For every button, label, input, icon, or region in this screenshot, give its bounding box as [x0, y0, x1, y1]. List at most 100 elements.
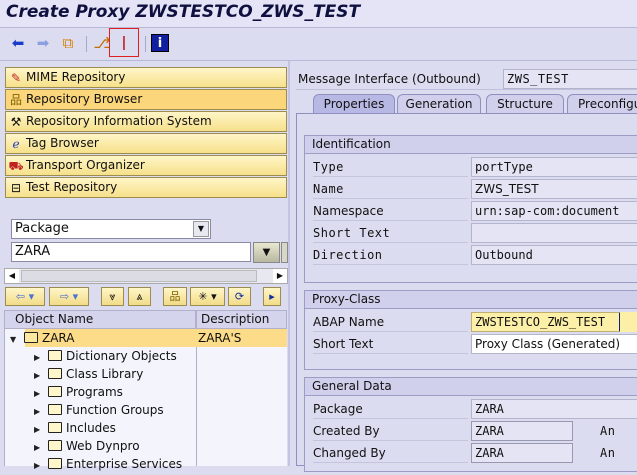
tree-row[interactable]: ▶ Programs — [34, 383, 123, 401]
nav-test-repository[interactable]: ⊟ Test Repository — [5, 177, 287, 198]
tag-browser-icon: ℯ — [12, 137, 20, 151]
nav-tag-browser[interactable]: ℯ Tag Browser — [5, 133, 287, 154]
separator — [145, 36, 146, 52]
object-type-select[interactable]: Package ▼ — [11, 219, 211, 239]
tree-back-button[interactable]: ⇦ ▾ — [5, 287, 45, 306]
tree-root-row[interactable]: ▼ ZARA — [10, 329, 75, 347]
back-icon[interactable]: ⬅ — [9, 34, 27, 52]
column-header-object-name[interactable]: Object Name — [4, 310, 196, 329]
type-value: portType — [471, 157, 637, 177]
tree-row[interactable]: ▶ Class Library — [34, 365, 143, 383]
created-on-label: An — [600, 424, 616, 438]
application-toolbar: ⬅ ➡ ⧉ ⎇ ǀ i — [0, 28, 637, 61]
column-divider — [196, 329, 197, 466]
tree-row-label: Web Dynpro — [66, 439, 140, 453]
package-value: ZARA — [471, 399, 637, 419]
proxy-short-text-input[interactable]: Proxy Class (Generated) — [471, 334, 637, 354]
object-name-value: ZARA — [15, 244, 51, 259]
nav-mime-repository[interactable]: ✎ MIME Repository — [5, 67, 287, 88]
tree-row-label: Class Library — [66, 367, 144, 381]
root-name: ZARA — [42, 331, 75, 345]
changed-on-label: An — [600, 446, 616, 460]
tree-row-label: Programs — [66, 385, 123, 399]
transport-icon: ⛟ — [8, 159, 24, 173]
tree-row[interactable]: ▶ Enterprise Services — [34, 455, 182, 473]
tree-row-label: Dictionary Objects — [66, 349, 177, 363]
folder-icon — [48, 404, 62, 415]
package-label: Package — [313, 399, 468, 419]
tab-structure[interactable]: Structure — [486, 94, 564, 114]
tab-properties[interactable]: Properties — [313, 94, 395, 114]
name-label: Name — [313, 179, 468, 199]
tree-row-label: Function Groups — [66, 403, 164, 417]
nav-label: Tag Browser — [26, 136, 99, 150]
title-bar: Create Proxy ZWSTESTCO_ZWS_TEST — [0, 0, 637, 28]
new-object-icon[interactable]: ✳ ▾ — [190, 287, 225, 306]
expand-all-icon[interactable]: ⩔ — [101, 287, 124, 306]
forward-icon[interactable]: ➡ — [34, 34, 52, 52]
nav-label: Repository Browser — [26, 92, 143, 106]
tree-row-label: Enterprise Services — [66, 457, 183, 471]
namespace-label: Namespace — [313, 201, 468, 221]
refresh-icon[interactable]: ⟳ — [228, 287, 251, 306]
nav-repository-browser[interactable]: 品 Repository Browser — [5, 89, 287, 110]
namespace-value: urn:sap-com:document — [471, 201, 637, 221]
repository-browser-icon: 品 — [9, 93, 22, 107]
folder-icon — [48, 350, 62, 361]
scroll-thumb[interactable] — [21, 270, 257, 282]
separator — [86, 36, 87, 52]
abap-name-input-fill — [620, 312, 637, 332]
type-label: Type — [313, 157, 468, 177]
divider — [296, 89, 637, 90]
info-icon[interactable]: i — [151, 34, 169, 52]
interface-value: ZWS_TEST — [503, 69, 637, 89]
hierarchy-up-icon[interactable]: 品 — [163, 287, 187, 306]
generate-wand-icon[interactable]: ǀ — [109, 28, 139, 57]
more-icon[interactable]: ▸ — [263, 287, 281, 306]
nav-transport-organizer[interactable]: ⛟ Transport Organizer — [5, 155, 287, 176]
direction-value: Outbound — [471, 245, 637, 265]
folder-icon — [48, 422, 62, 433]
created-by-value: ZARA — [471, 421, 573, 441]
tree-row[interactable]: ▶ Function Groups — [34, 401, 164, 419]
short-text-value — [471, 223, 637, 243]
column-header-description[interactable]: Description — [196, 310, 287, 329]
page-title: Create Proxy ZWSTESTCO_ZWS_TEST — [6, 2, 361, 22]
refresh-button[interactable] — [281, 242, 288, 263]
interface-label: Message Interface (Outbound) — [298, 72, 481, 86]
direction-label: Direction — [313, 245, 468, 265]
collapse-all-icon[interactable]: ⩓ — [128, 287, 151, 306]
folder-icon — [48, 386, 62, 397]
tab-preconfiguration[interactable]: Preconfiguration — [567, 94, 637, 114]
tree-row[interactable]: ▶ Web Dynpro — [34, 437, 140, 455]
proxy-class-title: Proxy-Class — [305, 291, 637, 309]
nav-repository-information-system[interactable]: ⚒ Repository Information System — [5, 111, 287, 132]
horizontal-scrollbar[interactable]: ◀ ▶ — [4, 268, 288, 284]
display-button[interactable]: ▼ — [253, 242, 280, 263]
tree-row[interactable]: ▶ Dictionary Objects — [34, 347, 177, 365]
folder-icon — [24, 332, 38, 343]
chevron-down-icon[interactable]: ▼ — [193, 221, 209, 237]
nav-label: Transport Organizer — [26, 158, 145, 172]
root-description: ZARA'S — [198, 331, 242, 345]
name-value: ZWS_TEST — [471, 179, 637, 199]
scroll-right-icon[interactable]: ▶ — [273, 269, 287, 283]
tab-generation[interactable]: Generation — [397, 94, 481, 114]
scroll-left-icon[interactable]: ◀ — [5, 269, 19, 283]
identification-title: Identification — [305, 136, 637, 154]
mime-icon: ✎ — [10, 71, 22, 85]
tree-forward-button[interactable]: ⇨ ▾ — [49, 287, 89, 306]
nav-label: MIME Repository — [26, 70, 126, 84]
nav-label: Test Repository — [26, 180, 118, 194]
folder-icon — [48, 458, 62, 469]
collapse-icon[interactable]: ▼ — [10, 331, 24, 349]
tree-row[interactable]: ▶ Includes — [34, 419, 116, 437]
test-repository-icon: ⊟ — [10, 181, 22, 195]
info-system-icon: ⚒ — [10, 115, 22, 129]
abap-name-input[interactable]: ZWSTESTCO_ZWS_TEST — [471, 312, 621, 332]
expand-icon[interactable]: ▶ — [34, 457, 48, 475]
other-object-icon[interactable]: ⧉ — [59, 34, 77, 52]
object-name-input[interactable]: ZARA — [11, 242, 251, 262]
proxy-short-text-label: Short Text — [313, 334, 468, 354]
short-text-label: Short Text — [313, 223, 468, 243]
